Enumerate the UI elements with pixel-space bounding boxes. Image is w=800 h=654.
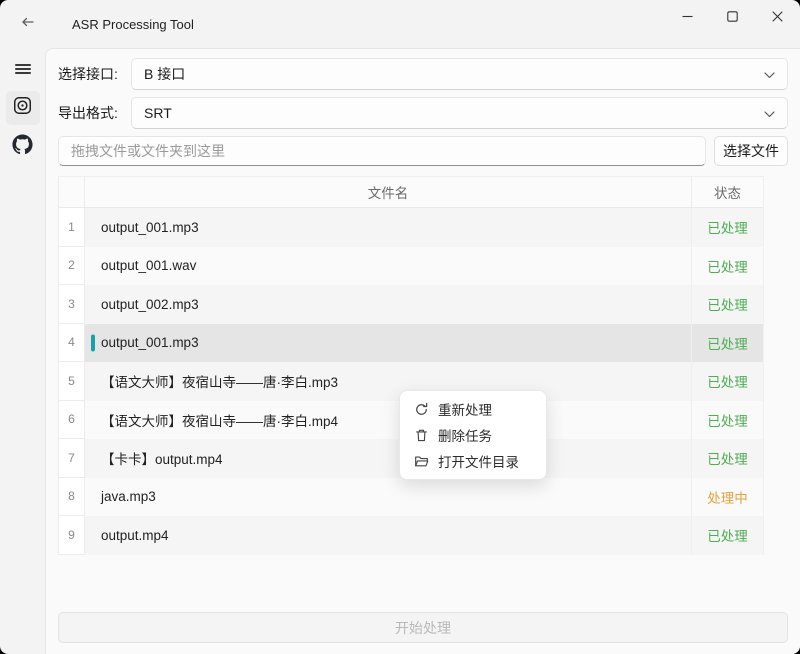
- dropzone-row: 拖拽文件或文件夹到这里 选择文件: [58, 136, 788, 166]
- header-filename: 文件名: [85, 177, 691, 207]
- row-filename[interactable]: 【卡卡】output.mp4: [85, 439, 691, 478]
- interface-select[interactable]: B 接口: [131, 58, 788, 90]
- row-status: 处理中: [691, 478, 763, 517]
- maximize-icon: [727, 9, 738, 27]
- row-index: 8: [58, 478, 85, 517]
- table-header: 文件名 状态: [58, 176, 763, 208]
- row-status: 已处理: [691, 324, 763, 363]
- minimize-button[interactable]: [665, 0, 710, 36]
- close-icon: [772, 9, 783, 27]
- row-filename[interactable]: output_002.mp3: [85, 285, 691, 324]
- window-controls: [665, 0, 800, 48]
- row-filename[interactable]: java.mp3: [85, 478, 691, 517]
- arrow-left-icon: [20, 14, 36, 35]
- row-filename[interactable]: 【语文大师】夜宿山寺——唐·李白.mp3: [85, 362, 691, 401]
- table-row[interactable]: 1output_001.mp3已处理: [58, 208, 763, 247]
- row-index: 6: [58, 401, 85, 440]
- row-index: 9: [58, 516, 85, 555]
- table-body: 1output_001.mp3已处理2output_001.wav已处理3out…: [58, 208, 763, 555]
- table-row[interactable]: 3output_002.mp3已处理: [58, 285, 763, 324]
- context-menu-item[interactable]: 打开文件目录: [400, 448, 546, 474]
- header-status: 状态: [691, 177, 763, 207]
- table-row[interactable]: 2output_001.wav已处理: [58, 247, 763, 286]
- minimize-icon: [682, 9, 693, 27]
- row-filename[interactable]: output_001.mp3: [85, 208, 691, 247]
- trash-icon: [414, 428, 429, 443]
- file-table: 文件名 状态 1output_001.mp3已处理2output_001.wav…: [58, 176, 764, 555]
- app-title: ASR Processing Tool: [72, 17, 194, 32]
- github-icon: [12, 134, 33, 160]
- row-status: 已处理: [691, 208, 763, 247]
- context-menu-label: 打开文件目录: [438, 451, 519, 471]
- row-filename[interactable]: output_001.mp3: [85, 324, 691, 363]
- context-menu-item[interactable]: 重新处理: [400, 396, 546, 422]
- row-status: 已处理: [691, 247, 763, 286]
- context-menu-label: 重新处理: [438, 399, 492, 419]
- row-status: 已处理: [691, 362, 763, 401]
- drop-placeholder: 拖拽文件或文件夹到这里: [71, 141, 225, 161]
- app-window: ASR Processing Tool: [0, 0, 800, 654]
- selection-accent-bar: [91, 334, 95, 351]
- format-label: 导出格式:: [58, 103, 131, 123]
- row-filename[interactable]: output_001.wav: [85, 247, 691, 286]
- chevron-down-icon: [764, 66, 775, 82]
- interface-value: B 接口: [144, 64, 185, 84]
- sidebar-item-github[interactable]: [6, 130, 40, 164]
- row-filename[interactable]: output.mp4: [85, 516, 691, 555]
- context-menu: 重新处理删除任务打开文件目录: [399, 390, 547, 480]
- row-status: 已处理: [691, 285, 763, 324]
- row-filename[interactable]: 【语文大师】夜宿山寺——唐·李白.mp4: [85, 401, 691, 440]
- maximize-button[interactable]: [710, 0, 755, 36]
- row-index: 4: [58, 324, 85, 363]
- record-media-icon: [12, 95, 33, 121]
- row-status: 已处理: [691, 401, 763, 440]
- interface-label: 选择接口:: [58, 64, 131, 84]
- hamburger-menu-icon: [15, 62, 31, 76]
- row-index: 5: [58, 362, 85, 401]
- folder-icon: [414, 454, 429, 469]
- row-status: 已处理: [691, 516, 763, 555]
- refresh-icon: [414, 402, 429, 417]
- sidebar: [0, 48, 45, 654]
- format-row: 导出格式: SRT: [58, 97, 788, 129]
- row-status: 已处理: [691, 439, 763, 478]
- header-index: [58, 177, 85, 207]
- close-button[interactable]: [755, 0, 800, 36]
- titlebar: ASR Processing Tool: [0, 0, 800, 48]
- row-index: 3: [58, 285, 85, 324]
- table-row[interactable]: 4output_001.mp3已处理: [58, 324, 763, 363]
- context-menu-label: 删除任务: [438, 425, 492, 445]
- table-row[interactable]: 9output.mp4已处理: [58, 516, 763, 555]
- row-index: 1: [58, 208, 85, 247]
- format-select[interactable]: SRT: [131, 97, 788, 129]
- start-processing-button[interactable]: 开始处理: [58, 612, 788, 643]
- row-index: 7: [58, 439, 85, 478]
- back-button[interactable]: [12, 8, 44, 40]
- row-index: 2: [58, 247, 85, 286]
- sidebar-item-asr[interactable]: [6, 91, 40, 125]
- nav-menu-button[interactable]: [6, 52, 40, 86]
- content-panel: 选择接口: B 接口 导出格式: SRT 拖拽文件或文件夹到这里 选择文件: [45, 48, 800, 654]
- format-value: SRT: [144, 105, 172, 121]
- table-row[interactable]: 8java.mp3处理中: [58, 478, 763, 517]
- interface-row: 选择接口: B 接口: [58, 58, 788, 90]
- chevron-down-icon: [764, 105, 775, 121]
- file-drop-input[interactable]: 拖拽文件或文件夹到这里: [58, 136, 706, 166]
- select-file-button[interactable]: 选择文件: [714, 136, 788, 166]
- context-menu-item[interactable]: 删除任务: [400, 422, 546, 448]
